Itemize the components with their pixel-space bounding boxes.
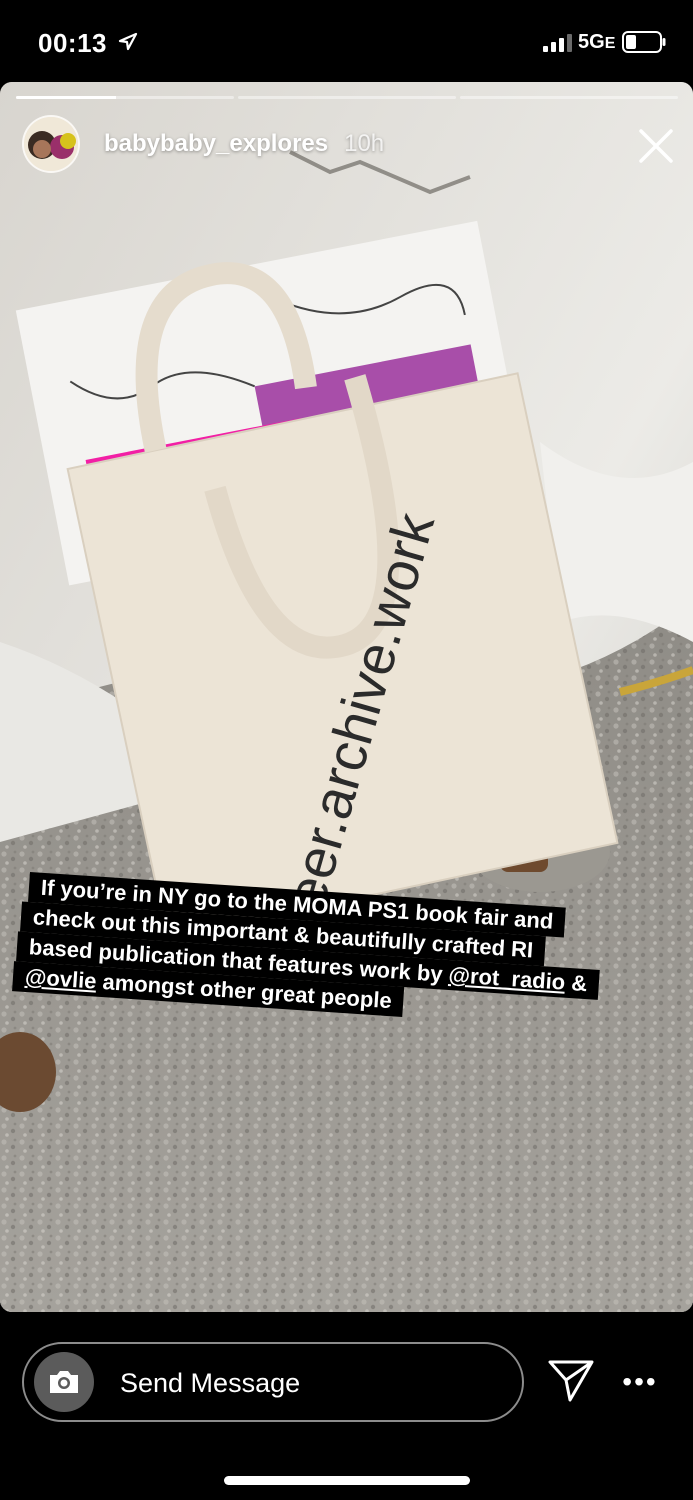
camera-button[interactable] — [34, 1352, 94, 1412]
story-header: babybaby_explores 10h — [22, 114, 384, 174]
send-icon[interactable] — [548, 1360, 594, 1402]
location-arrow-icon — [118, 32, 138, 51]
story-viewer[interactable]: queer.archive.work babybaby_explores 10h — [0, 82, 693, 1312]
avatar[interactable] — [22, 115, 80, 173]
status-time: 00:13 — [38, 28, 107, 58]
signal-bars-icon — [543, 34, 572, 52]
send-message-placeholder: Send Message — [120, 1368, 301, 1398]
camera-icon — [50, 1371, 78, 1393]
more-icon[interactable]: ••• — [622, 1364, 658, 1400]
status-bar: 00:13 5GE — [0, 0, 693, 84]
send-message-field[interactable]: Send Message — [22, 1342, 524, 1422]
avatar-image — [24, 117, 78, 171]
story-progress — [16, 96, 678, 99]
story-age: 10h — [344, 130, 385, 157]
mention-rot-radio[interactable]: @rot_radio — [448, 962, 566, 995]
close-icon — [639, 129, 673, 163]
progress-segment — [460, 96, 678, 99]
network-type: 5GE — [578, 31, 616, 53]
caption-text: & — [564, 969, 588, 997]
story-username[interactable]: babybaby_explores — [104, 130, 328, 158]
close-button[interactable] — [634, 124, 678, 168]
story-photo: queer.archive.work — [0, 82, 693, 1312]
reply-bar: Send Message ••• — [0, 1312, 693, 1500]
battery-icon — [622, 31, 666, 53]
progress-segment — [16, 96, 234, 99]
more-label: ••• — [622, 1366, 658, 1397]
progress-segment — [238, 96, 456, 99]
mention-ovlie[interactable]: @ovlie — [24, 964, 97, 994]
home-indicator[interactable] — [224, 1476, 470, 1485]
